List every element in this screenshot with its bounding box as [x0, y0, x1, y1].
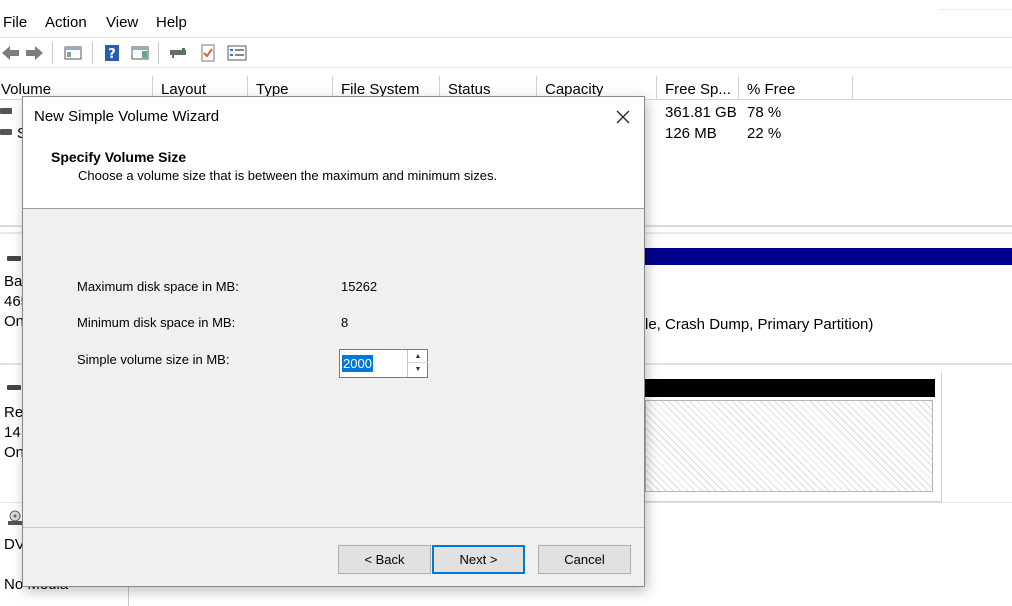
- volume-size-label: Simple volume size in MB:: [77, 352, 230, 367]
- menu-action[interactable]: Action: [45, 14, 87, 31]
- menu-help[interactable]: Help: [156, 14, 187, 31]
- unallocated-header-bar: [645, 379, 935, 397]
- checklist-icon[interactable]: [197, 42, 219, 64]
- connect-drive-icon[interactable]: [167, 42, 189, 64]
- new-simple-volume-wizard: New Simple Volume Wizard Specify Volume …: [22, 96, 645, 587]
- cancel-button[interactable]: Cancel: [538, 545, 631, 574]
- min-disk-space-value: 8: [341, 315, 349, 330]
- volume-size-input[interactable]: 2000: [342, 355, 373, 372]
- dialog-title: New Simple Volume Wizard: [34, 108, 220, 125]
- min-disk-space-label: Minimum disk space in MB:: [77, 315, 236, 330]
- percent-free-value: 22 %: [747, 125, 782, 142]
- disk0-status: On: [4, 313, 25, 330]
- next-button[interactable]: Next >: [432, 545, 525, 574]
- disk-icon: [7, 256, 21, 261]
- properties-icon[interactable]: [226, 42, 248, 64]
- disk-header-bar: [645, 248, 1012, 265]
- back-arrow-icon[interactable]: [0, 42, 22, 64]
- volume-icon: [0, 108, 12, 114]
- toolbar-separator: [158, 42, 159, 64]
- show-hide-icon[interactable]: [129, 42, 151, 64]
- toolbar-separator: [92, 42, 93, 64]
- menu-bar: File Action View Help: [0, 0, 1012, 38]
- free-space-value: 361.81 GB: [665, 104, 737, 121]
- column-percent-free[interactable]: % Free: [739, 76, 853, 99]
- max-disk-space-value: 15262: [341, 279, 378, 294]
- volume-icon: [0, 129, 12, 135]
- volume-size-spinbox[interactable]: 2000 ▲ ▼: [339, 349, 428, 378]
- unallocated-space[interactable]: [645, 400, 933, 492]
- wizard-subheading: Choose a volume size that is between the…: [78, 168, 498, 183]
- free-space-value: 126 MB: [665, 125, 717, 142]
- window-edge: [938, 9, 1012, 10]
- disk1-type: Re: [4, 404, 24, 421]
- console-tree-icon[interactable]: [62, 42, 84, 64]
- toolbar: ?: [0, 38, 1012, 68]
- percent-free-value: 78 %: [747, 104, 782, 121]
- disk-icon: [7, 385, 21, 390]
- wizard-heading: Specify Volume Size: [51, 149, 187, 165]
- help-icon[interactable]: ?: [101, 42, 123, 64]
- partition-info[interactable]: le, Crash Dump, Primary Partition): [645, 316, 873, 333]
- spin-up-icon[interactable]: ▲: [408, 350, 428, 363]
- disk1-status: On: [4, 444, 25, 461]
- menu-file[interactable]: File: [3, 14, 27, 31]
- spin-down-icon[interactable]: ▼: [408, 363, 428, 376]
- disk-column-divider: [128, 585, 129, 606]
- button-divider: [23, 527, 644, 528]
- wizard-header: New Simple Volume Wizard Specify Volume …: [23, 97, 644, 209]
- column-free-space[interactable]: Free Sp...: [657, 76, 739, 99]
- max-disk-space-label: Maximum disk space in MB:: [77, 279, 239, 294]
- svg-text:?: ?: [108, 47, 116, 62]
- forward-arrow-icon[interactable]: [23, 42, 45, 64]
- spin-buttons: ▲ ▼: [407, 350, 428, 377]
- close-icon[interactable]: [609, 105, 637, 129]
- toolbar-separator: [52, 42, 53, 64]
- cdrom-icon: [7, 510, 23, 529]
- menu-view[interactable]: View: [106, 14, 138, 31]
- back-button[interactable]: < Back: [338, 545, 431, 574]
